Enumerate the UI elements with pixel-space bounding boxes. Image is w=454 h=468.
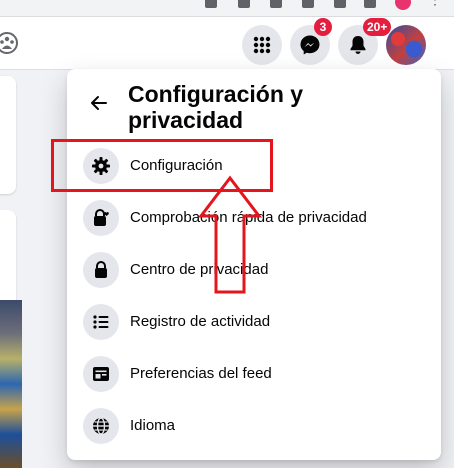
back-button[interactable] — [83, 87, 115, 119]
feed-icon — [83, 356, 119, 392]
feed-card — [0, 76, 16, 194]
browser-toolbar: ⋮ — [0, 0, 454, 17]
menu-grid-button[interactable] — [242, 25, 282, 65]
lock-icon — [83, 252, 119, 288]
browser-menu-icon[interactable]: ⋮ — [428, 0, 442, 6]
menu-item-activity-log[interactable]: Registro de actividad — [75, 298, 433, 350]
facebook-header: 3 20+ — [0, 17, 454, 70]
messenger-icon — [300, 35, 320, 55]
notifications-badge: 20+ — [363, 18, 392, 36]
menu-item-label: Preferencias del feed — [130, 365, 272, 382]
list-icon — [83, 304, 119, 340]
extension-icon[interactable] — [205, 0, 217, 8]
extension-icon[interactable] — [238, 0, 250, 8]
messenger-badge: 3 — [314, 18, 332, 36]
globe-icon — [83, 408, 119, 444]
extension-icon[interactable] — [270, 0, 282, 8]
menu-item-label: Idioma — [130, 417, 176, 434]
browser-profile-avatar[interactable] — [395, 0, 411, 10]
menu-item-feed-preferences[interactable]: Preferencias del feed — [75, 350, 433, 402]
lock-heart-icon — [83, 200, 119, 236]
menu-title: Configuración y privacidad — [128, 81, 304, 133]
feed-photo — [0, 300, 22, 468]
up-arrow-annotation — [197, 175, 263, 294]
bell-icon — [350, 36, 366, 54]
menu-item-label: Registro de actividad — [130, 313, 271, 330]
extension-icon[interactable] — [334, 0, 346, 8]
groups-icon[interactable] — [0, 31, 22, 55]
extension-icon[interactable] — [302, 0, 314, 8]
extension-icon[interactable] — [364, 0, 376, 8]
menu-item-language[interactable]: Idioma — [75, 402, 433, 454]
arrow-left-icon — [91, 96, 107, 110]
grid-icon — [253, 36, 271, 54]
profile-avatar[interactable] — [386, 25, 426, 65]
